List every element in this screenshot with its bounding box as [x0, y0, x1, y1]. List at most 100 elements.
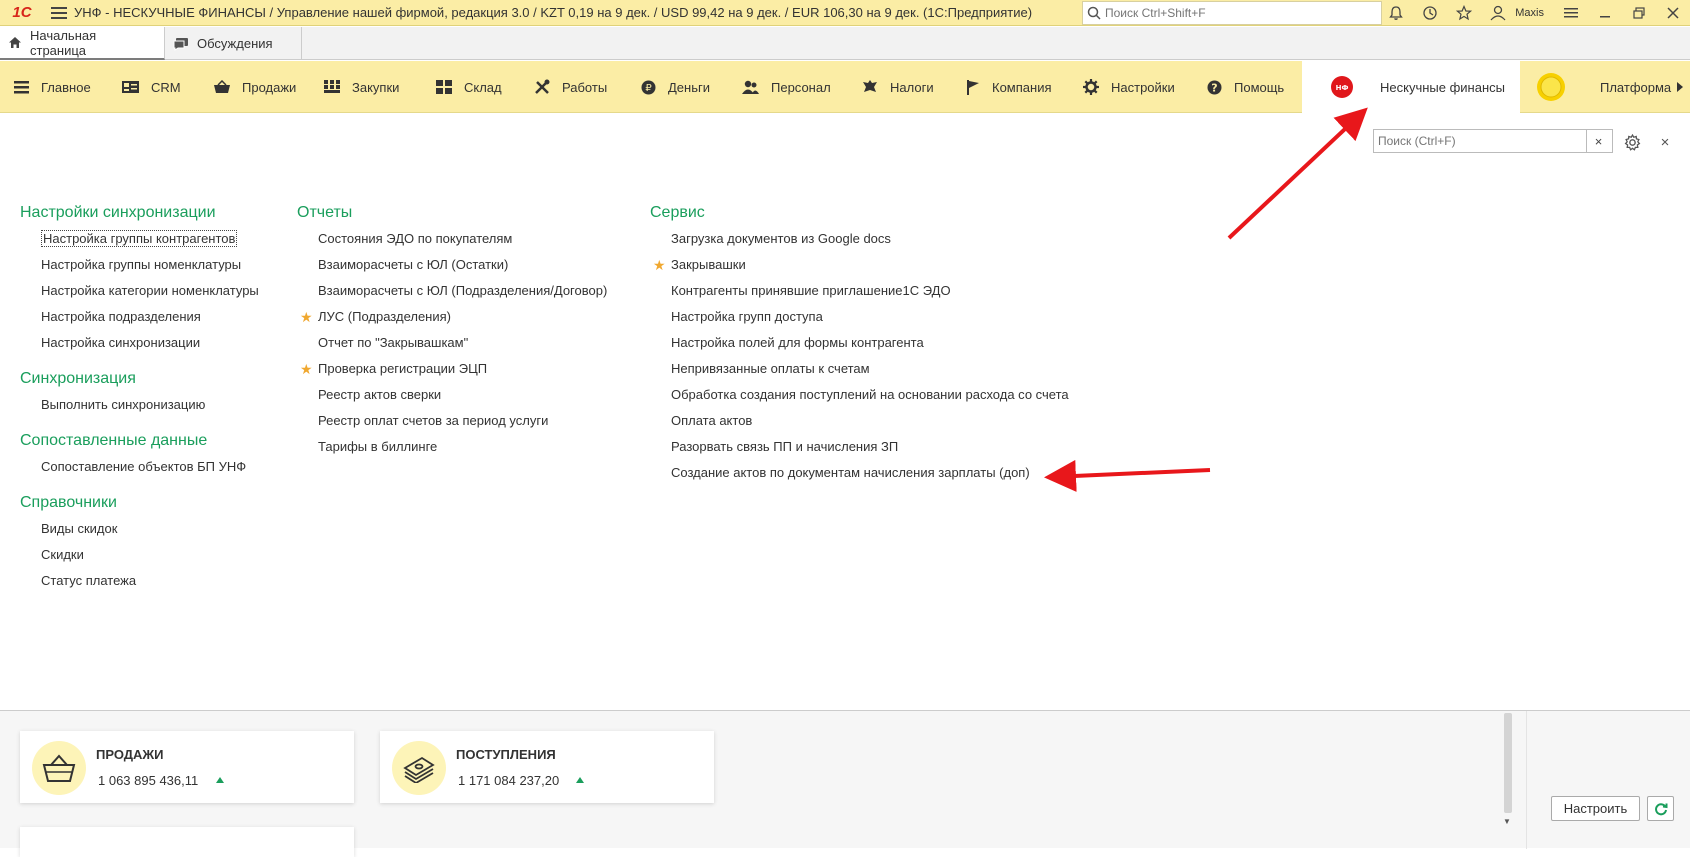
widgets-scrollbar[interactable]: [1504, 713, 1512, 813]
content-search-input[interactable]: [1374, 134, 1586, 148]
menu-item[interactable]: Обработка создания поступлений на основа…: [650, 382, 1069, 408]
tab-start-page[interactable]: Начальная страница: [0, 27, 165, 60]
window-menu-icon[interactable]: [1554, 0, 1588, 26]
widget-title: ПРОДАЖИ: [96, 747, 164, 762]
platform-coin-icon: [1536, 72, 1566, 102]
scroll-down-icon[interactable]: ▼: [1503, 817, 1511, 826]
widgets-panel: ПРОДАЖИ 1 063 895 436,11 ПОСТУПЛЕНИЯ 1 1…: [0, 710, 1690, 857]
refresh-icon[interactable]: [1647, 796, 1674, 821]
menu-item[interactable]: Оплата актов: [650, 408, 1069, 434]
favorite-star-icon[interactable]: ★: [300, 356, 313, 382]
section-works[interactable]: Работы: [534, 61, 607, 113]
menu-item[interactable]: Взаиморасчеты с ЮЛ (Подразделения/Догово…: [297, 278, 607, 304]
menu-item[interactable]: Тарифы в биллинге: [297, 434, 607, 460]
section-money[interactable]: ₽ Деньги: [641, 61, 710, 113]
close-window-icon[interactable]: [1656, 0, 1690, 26]
user-name[interactable]: Maxis: [1515, 7, 1544, 19]
menu-item[interactable]: Контрагенты принявшие приглашение1С ЭДО: [650, 278, 1069, 304]
menu-item[interactable]: Настройка групп доступа: [650, 304, 1069, 330]
favorites-star-icon[interactable]: [1447, 0, 1481, 26]
menu-item[interactable]: Настройка группы контрагентов: [20, 226, 259, 252]
main-menu-icon[interactable]: [44, 0, 74, 26]
menu-item[interactable]: Загрузка документов из Google docs: [650, 226, 1069, 252]
menu-item[interactable]: Настройка полей для формы контрагента: [650, 330, 1069, 356]
chat-icon: [173, 37, 189, 51]
menu-column-2: Отчеты Состояния ЭДО по покупателям Взаи…: [297, 200, 607, 470]
menu-item[interactable]: Реестр актов сверки: [297, 382, 607, 408]
group-mapped-data: Сопоставленные данные Сопоставление объе…: [20, 428, 259, 480]
menu-item[interactable]: Выполнить синхронизацию: [20, 392, 259, 418]
section-purchases[interactable]: Закупки: [324, 61, 399, 113]
global-search-input[interactable]: [1105, 6, 1365, 20]
widget-receipts[interactable]: ПОСТУПЛЕНИЯ 1 171 084 237,20: [380, 731, 714, 803]
menu-item[interactable]: Настройка подразделения: [20, 304, 259, 330]
menu-item[interactable]: Настройка группы номенклатуры: [20, 252, 259, 278]
section-taxes[interactable]: Налоги: [862, 61, 934, 113]
widget-sales[interactable]: ПРОДАЖИ 1 063 895 436,11: [20, 731, 354, 803]
section-platform[interactable]: Платформа: [1520, 61, 1672, 113]
section-crm[interactable]: CRM: [122, 61, 181, 113]
favorite-star-icon[interactable]: ★: [653, 252, 666, 278]
configure-button[interactable]: Настроить: [1551, 796, 1640, 821]
tab-discussions[interactable]: Обсуждения: [165, 27, 302, 60]
section-help[interactable]: ? Помощь: [1207, 61, 1284, 113]
bell-icon[interactable]: [1379, 0, 1413, 26]
menu-item-label: ЛУС (Подразделения): [318, 309, 451, 324]
content-search[interactable]: ×: [1373, 129, 1613, 153]
menu-item[interactable]: ★ Проверка регистрации ЭЦП: [297, 356, 607, 382]
title-tools: Maxis: [1379, 0, 1690, 26]
menu-item[interactable]: Разорвать связь ПП и начисления ЗП: [650, 434, 1069, 460]
section-main[interactable]: Главное: [14, 61, 91, 113]
tools-icon: [534, 79, 550, 95]
section-neskuchnye-finansy[interactable]: НФ Нескучные финансы: [1302, 61, 1520, 113]
menu-item-label: Виды скидок: [41, 521, 118, 536]
menu-item[interactable]: Состояния ЭДО по покупателям: [297, 226, 607, 252]
section-personnel[interactable]: Персонал: [742, 61, 831, 113]
menu-item[interactable]: Сопоставление объектов БП УНФ: [20, 454, 259, 480]
menu-item[interactable]: Отчет по "Закрывашкам": [297, 330, 607, 356]
menu-item[interactable]: Настройка категории номенклатуры: [20, 278, 259, 304]
svg-text:?: ?: [1211, 81, 1217, 94]
menu-item-label: Настройка подразделения: [41, 309, 201, 324]
flag-icon: [966, 79, 980, 95]
section-label: Платформа: [1600, 79, 1672, 95]
svg-text:₽: ₽: [645, 83, 652, 94]
menu-item[interactable]: ★ Закрывашки: [650, 252, 1069, 278]
menu-item-label: Сопоставление объектов БП УНФ: [41, 459, 247, 474]
menu-item[interactable]: Реестр оплат счетов за период услуги: [297, 408, 607, 434]
restore-icon[interactable]: [1622, 0, 1656, 26]
menu-item-label: Настройка категории номенклатуры: [41, 283, 259, 298]
basket-icon: [32, 741, 86, 795]
settings-gear-icon[interactable]: [1621, 131, 1643, 153]
menu-item[interactable]: Виды скидок: [20, 516, 259, 542]
history-icon[interactable]: [1413, 0, 1447, 26]
annotation-arrow-to-item: [1044, 459, 1211, 492]
menu-item[interactable]: Создание актов по документам начисления …: [650, 460, 1069, 486]
menu-item[interactable]: Настройка синхронизации: [20, 330, 259, 356]
menu-item-label: Загрузка документов из Google docs: [671, 231, 891, 246]
section-settings[interactable]: Настройки: [1083, 61, 1175, 113]
sections-scroll-right-icon[interactable]: [1670, 61, 1690, 113]
minimize-icon[interactable]: [1588, 0, 1622, 26]
1c-logo[interactable]: 1С: [0, 0, 44, 26]
close-panel-icon[interactable]: ×: [1654, 131, 1676, 153]
menu-item-label: Скидки: [41, 547, 84, 562]
section-sales[interactable]: Продажи: [214, 61, 296, 113]
window-title: УНФ - НЕСКУЧНЫЕ ФИНАНСЫ / Управление наш…: [74, 5, 1033, 20]
menu-item[interactable]: Взаиморасчеты с ЮЛ (Остатки): [297, 252, 607, 278]
user-icon[interactable]: [1481, 0, 1515, 26]
clear-search-icon[interactable]: ×: [1586, 130, 1610, 152]
section-label: Компания: [992, 79, 1052, 95]
favorite-star-icon[interactable]: ★: [300, 304, 313, 330]
section-company[interactable]: Компания: [966, 61, 1052, 113]
section-warehouse[interactable]: Склад: [436, 61, 502, 113]
menu-item[interactable]: ★ ЛУС (Подразделения): [297, 304, 607, 330]
menu-column-3: Сервис Загрузка документов из Google doc…: [650, 200, 1069, 496]
menu-item[interactable]: Статус платежа: [20, 568, 259, 594]
menu-item[interactable]: Скидки: [20, 542, 259, 568]
section-label: Закупки: [352, 79, 400, 95]
global-search[interactable]: [1082, 1, 1382, 25]
search-icon: [1087, 6, 1101, 20]
menu-item[interactable]: Непривязанные оплаты к счетам: [650, 356, 1069, 382]
svg-text:НФ: НФ: [1336, 84, 1349, 92]
